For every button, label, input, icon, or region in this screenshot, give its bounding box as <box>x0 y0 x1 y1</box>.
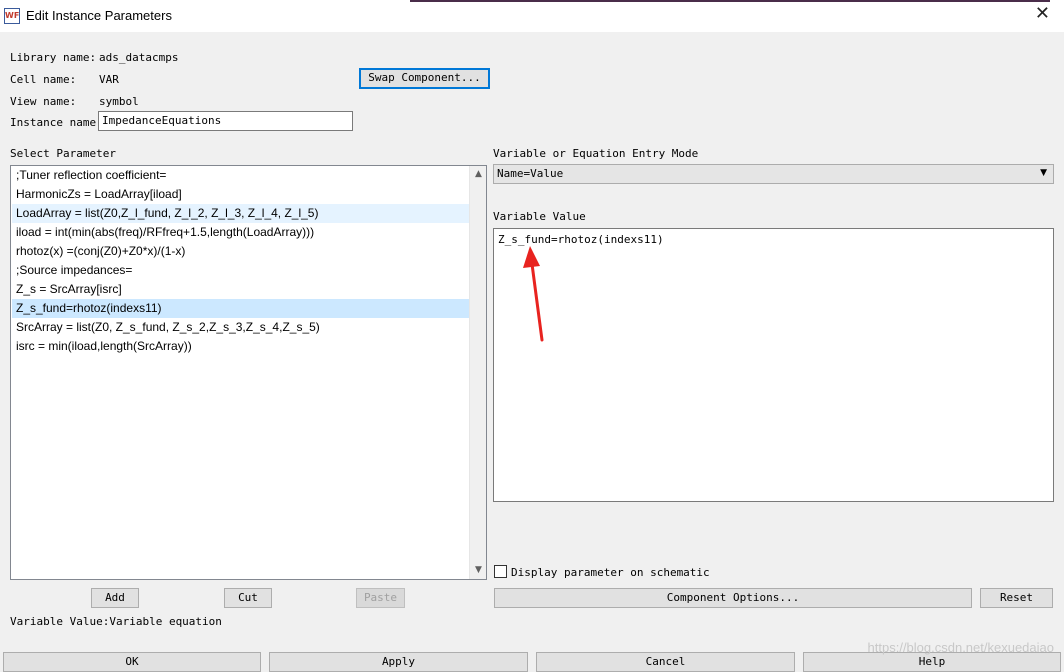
select-parameter-label: Select Parameter <box>10 147 116 160</box>
list-item[interactable]: rhotoz(x) =(conj(Z0)+Z0*x)/(1-x) <box>12 242 470 261</box>
cut-button[interactable]: Cut <box>224 588 272 608</box>
add-button[interactable]: Add <box>91 588 139 608</box>
list-item[interactable]: isrc = min(iload,length(SrcArray)) <box>12 337 470 356</box>
ok-button[interactable]: OK <box>3 652 261 672</box>
entry-mode-selected: Name=Value <box>497 167 564 180</box>
paste-button[interactable]: Paste <box>356 588 405 608</box>
arrow-head <box>523 246 540 268</box>
close-icon[interactable]: ✕ <box>1035 3 1050 24</box>
scroll-down-icon[interactable]: ▼ <box>470 562 487 579</box>
library-name-label: Library name: <box>10 51 97 64</box>
status-text: Variable Value:Variable equation <box>10 615 222 628</box>
view-name-value: symbol <box>99 95 139 108</box>
top-border-strip <box>410 0 1050 2</box>
swap-component-button[interactable]: Swap Component... <box>359 68 490 89</box>
help-button[interactable]: Help <box>803 652 1061 672</box>
reset-button[interactable]: Reset <box>980 588 1053 608</box>
arrow-shaft <box>530 262 544 342</box>
list-item[interactable]: Z_s = SrcArray[isrc] <box>12 280 470 299</box>
cell-name-value: VAR <box>99 73 119 86</box>
list-item[interactable]: LoadArray = list(Z0,Z_l_fund, Z_l_2, Z_l… <box>12 204 470 223</box>
watermark-text: https://blog.csdn.net/kexuedaiao <box>867 640 1054 655</box>
library-name-value: ads_datacmps <box>99 51 179 64</box>
parameter-list[interactable]: ;Tuner reflection coefficient= HarmonicZ… <box>10 165 487 580</box>
instance-name-label: Instance name: <box>10 116 103 129</box>
scroll-up-icon[interactable]: ▲ <box>470 166 487 183</box>
list-item[interactable]: ;Source impedances= <box>12 261 470 280</box>
display-parameter-label: Display parameter on schematic <box>511 566 710 579</box>
chevron-down-icon: ▼ <box>1040 168 1047 178</box>
entry-mode-select[interactable]: Name=Value ▼ <box>493 164 1054 184</box>
window-title: Edit Instance Parameters <box>26 8 172 23</box>
component-options-button[interactable]: Component Options... <box>494 588 972 608</box>
view-name-label: View name: <box>10 95 77 108</box>
list-scrollbar[interactable]: ▲ ▼ <box>469 166 486 579</box>
variable-value-editor[interactable]: Z_s_fund=rhotoz(indexs11) <box>493 228 1054 502</box>
instance-name-input[interactable]: ImpedanceEquations <box>98 111 353 131</box>
list-item[interactable]: HarmonicZs = LoadArray[iload] <box>12 185 470 204</box>
list-item-selected[interactable]: Z_s_fund=rhotoz(indexs11) <box>12 299 470 318</box>
annotation-arrow <box>523 246 544 342</box>
list-item[interactable]: iload = int(min(abs(freq)/RFfreq+1.5,len… <box>12 223 470 242</box>
cell-name-label: Cell name: <box>10 73 77 86</box>
list-item[interactable]: ;Tuner reflection coefficient= <box>12 166 470 185</box>
cancel-button[interactable]: Cancel <box>536 652 795 672</box>
entry-mode-label: Variable or Equation Entry Mode <box>493 147 699 160</box>
display-parameter-checkbox[interactable] <box>494 565 507 578</box>
app-icon: WF <box>4 8 20 24</box>
list-item[interactable]: SrcArray = list(Z0, Z_s_fund, Z_s_2,Z_s_… <box>12 318 470 337</box>
title-bar: WF Edit Instance Parameters ✕ <box>0 0 1064 32</box>
apply-button[interactable]: Apply <box>269 652 528 672</box>
variable-value-label: Variable Value <box>493 210 586 223</box>
